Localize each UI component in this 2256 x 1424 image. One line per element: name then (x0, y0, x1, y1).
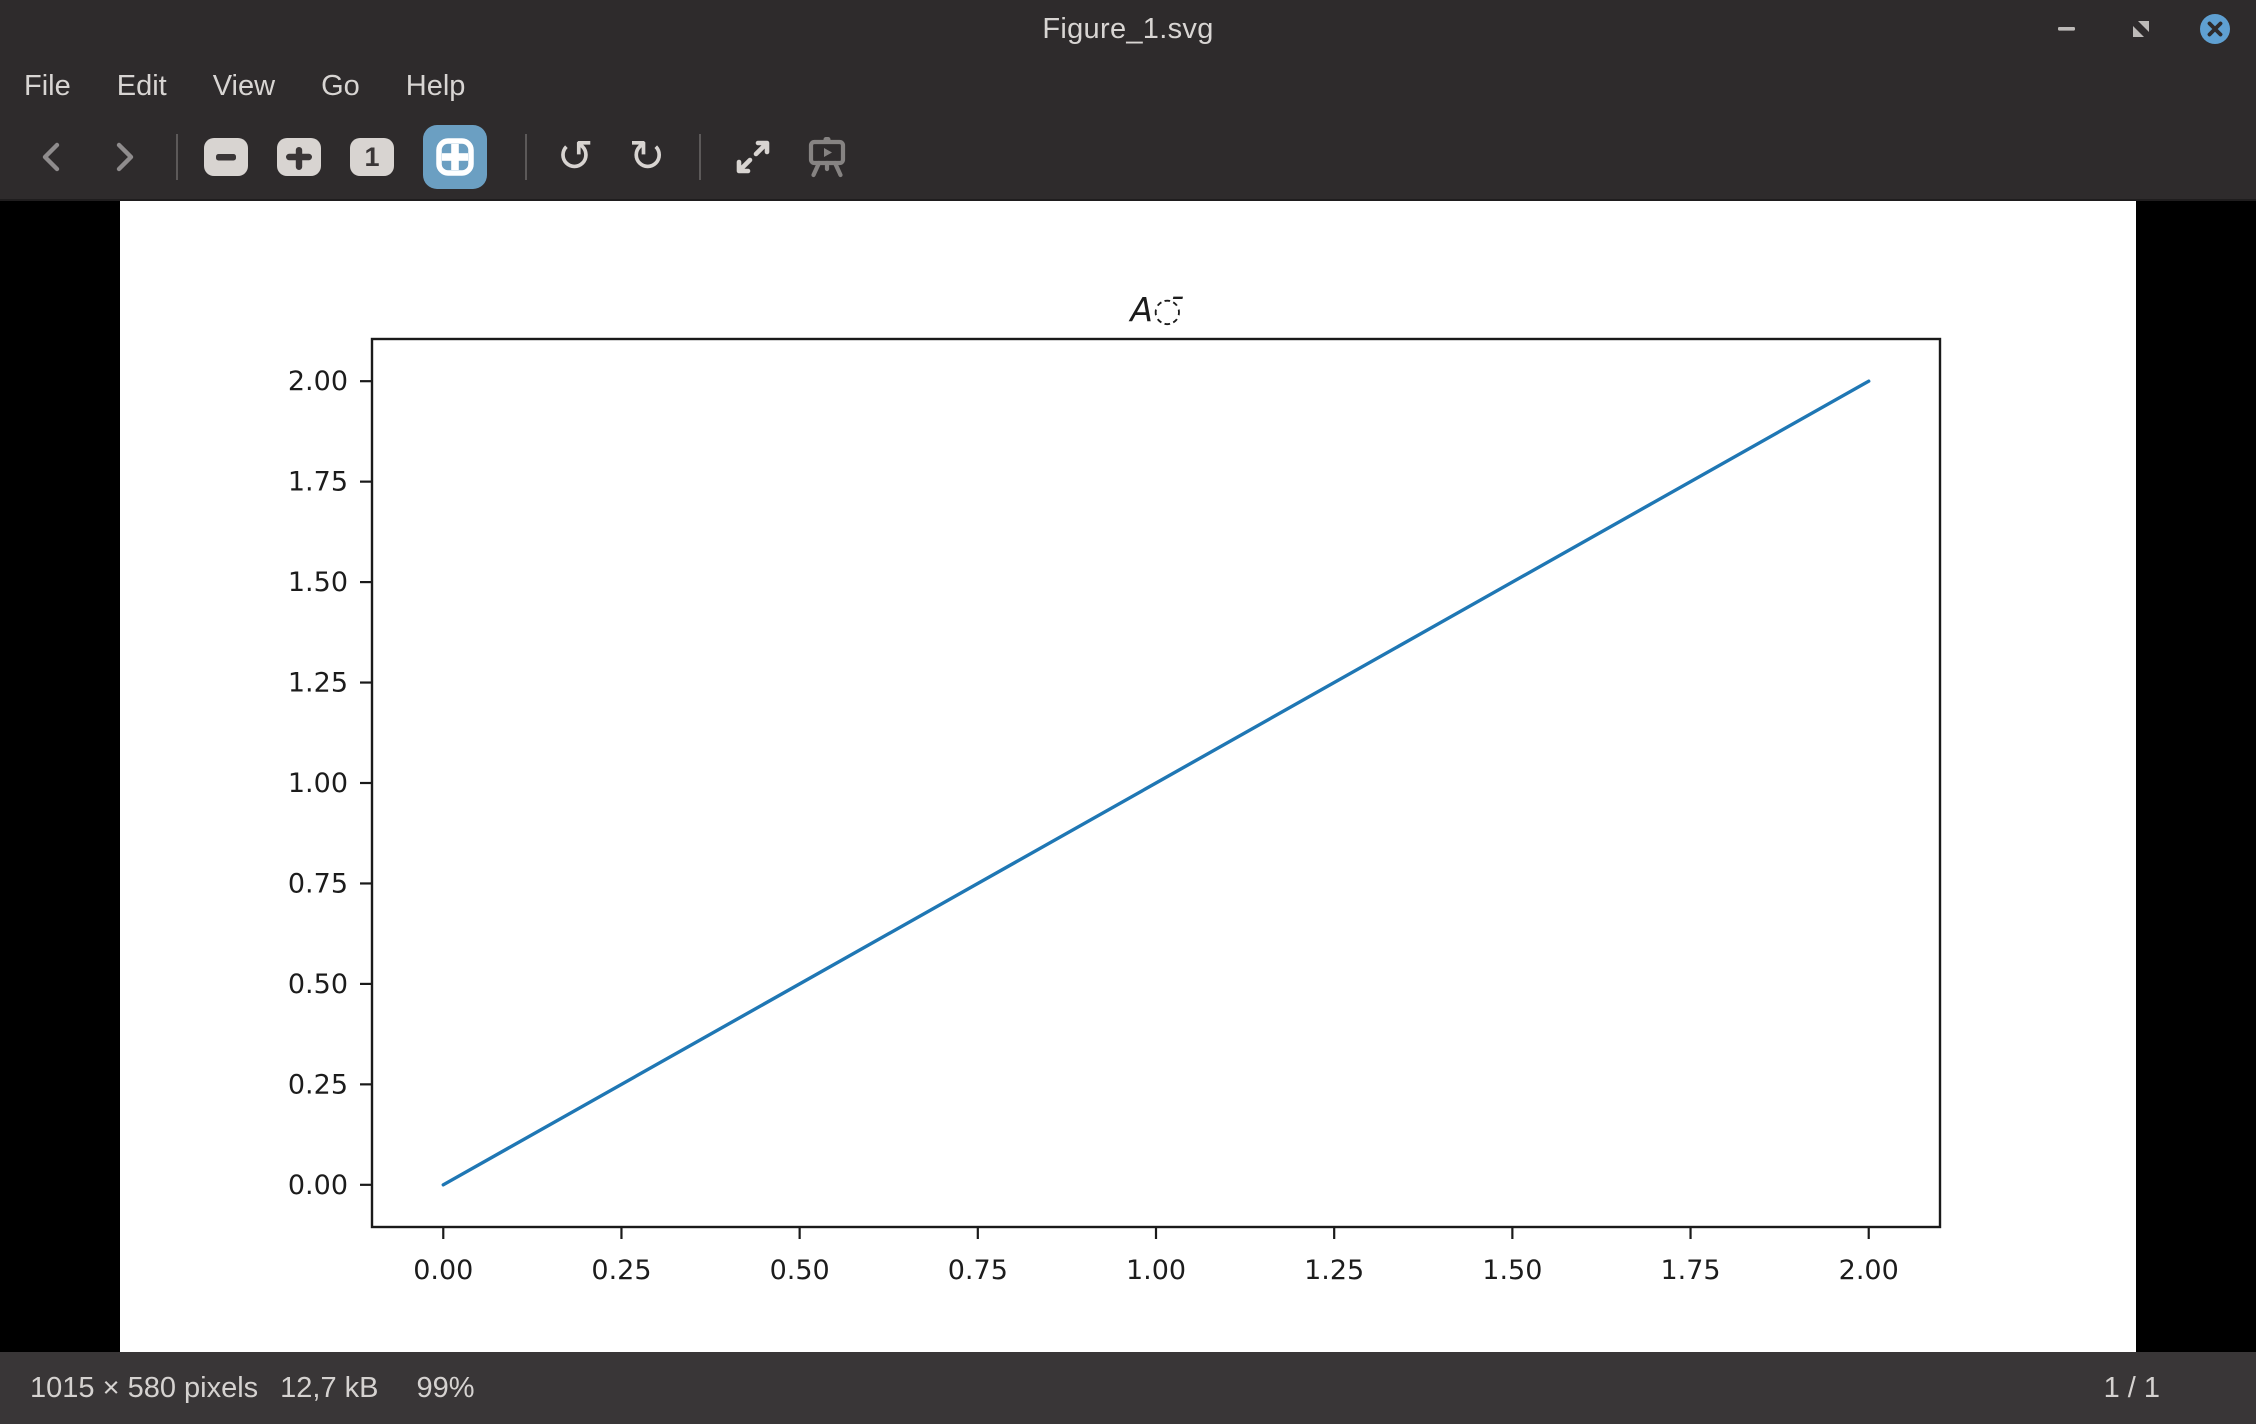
y-tick-label: 1.50 (288, 567, 348, 598)
x-tick-label: 2.00 (1839, 1255, 1899, 1286)
rotate-clockwise-button[interactable]: ↻ (621, 125, 673, 189)
y-tick-label: 0.75 (288, 868, 348, 899)
x-tick-label: 1.75 (1660, 1255, 1720, 1286)
fullscreen-button[interactable] (727, 125, 779, 189)
zoom-in-icon (286, 144, 312, 170)
titlebar: Figure_1.svg (0, 0, 2256, 58)
zoom-original-icon: 1 (364, 144, 379, 171)
zoom-level: 99% (417, 1372, 475, 1405)
menu-go[interactable]: Go (321, 70, 360, 103)
figure-plot: 0.00 0.25 0.50 0.75 1.00 1.25 1.50 1.75 2.00 0.00… (120, 201, 2136, 1354)
close-button[interactable] (2198, 12, 2232, 46)
previous-image-button[interactable] (26, 125, 78, 189)
plot-title: A◌̄ (1128, 290, 1183, 329)
plot-line (443, 381, 1868, 1185)
next-image-button[interactable] (98, 125, 150, 189)
y-tick-label: 1.75 (288, 467, 348, 498)
image-viewer-window: Figure_1.svg File Edi (0, 0, 2256, 1424)
rotate-counterclockwise-button[interactable]: ↺ (549, 125, 601, 189)
x-tick-label: 1.50 (1482, 1255, 1542, 1286)
rotate-cw-icon: ↻ (629, 135, 666, 179)
menu-help[interactable]: Help (406, 70, 466, 103)
y-tick-label: 0.50 (288, 969, 348, 1000)
y-tick-label: 2.00 (288, 366, 348, 397)
restore-button[interactable] (2124, 12, 2158, 46)
image-dimensions: 1015 × 580 pixels (30, 1372, 258, 1405)
toolbar-separator (176, 134, 178, 180)
zoom-original-button[interactable]: 1 (350, 138, 394, 176)
x-tick-label: 1.25 (1304, 1255, 1364, 1286)
slideshow-icon (804, 134, 850, 180)
zoom-in-button[interactable] (277, 138, 321, 176)
window-controls (2050, 0, 2232, 58)
menubar: File Edit View Go Help (0, 58, 2256, 115)
x-tick-label: 1.00 (1126, 1255, 1186, 1286)
best-fit-button[interactable] (423, 125, 487, 189)
best-fit-icon (434, 136, 476, 178)
x-tick-label: 0.00 (413, 1255, 473, 1286)
image-canvas: 0.00 0.25 0.50 0.75 1.00 1.25 1.50 1.75 2.00 0.00… (120, 201, 2136, 1352)
minimize-icon (2058, 26, 2076, 32)
toolbar-separator (699, 134, 701, 180)
zoom-out-button[interactable] (204, 138, 248, 176)
menu-file[interactable]: File (24, 70, 71, 103)
image-view-area: 0.00 0.25 0.50 0.75 1.00 1.25 1.50 1.75 2.00 0.00… (0, 201, 2256, 1352)
chevron-left-icon (37, 139, 67, 175)
close-icon (2199, 13, 2231, 45)
y-tick-label: 1.00 (288, 768, 348, 799)
status-left: 1015 × 580 pixels 12,7 kB 99% (30, 1372, 475, 1405)
statusbar: 1015 × 580 pixels 12,7 kB 99% 1 / 1 (0, 1352, 2256, 1424)
y-tick-label: 0.25 (288, 1069, 348, 1100)
rotate-ccw-icon: ↺ (557, 135, 594, 179)
restore-icon (2130, 18, 2152, 40)
minimize-button[interactable] (2050, 12, 2084, 46)
y-tick-label: 1.25 (288, 668, 348, 699)
x-tick-label: 0.75 (948, 1255, 1008, 1286)
file-size: 12,7 kB (280, 1372, 378, 1405)
menu-edit[interactable]: Edit (117, 70, 167, 103)
page-indicator: 1 / 1 (2104, 1372, 2160, 1405)
menu-view[interactable]: View (213, 70, 275, 103)
fullscreen-icon (732, 136, 774, 178)
chevron-right-icon (109, 139, 139, 175)
toolbar: 1 ↺ ↻ (0, 115, 2256, 201)
y-tick-label: 0.00 (288, 1170, 348, 1201)
toolbar-separator (525, 134, 527, 180)
x-tick-label: 0.25 (591, 1255, 651, 1286)
slideshow-button (801, 125, 853, 189)
window-title: Figure_1.svg (1042, 13, 1213, 46)
x-tick-label: 0.50 (770, 1255, 830, 1286)
zoom-out-icon (213, 144, 239, 170)
